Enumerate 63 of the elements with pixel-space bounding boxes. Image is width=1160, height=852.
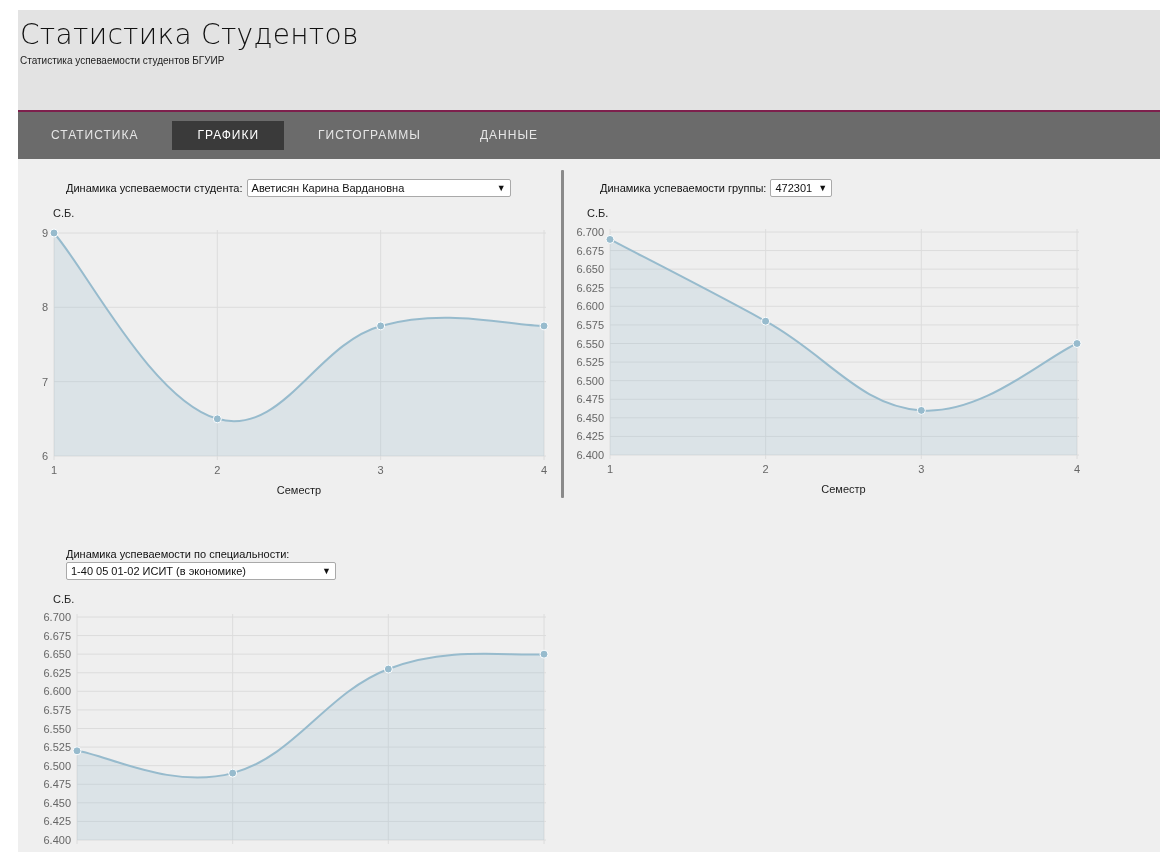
y-tick-label: 6.650: [43, 648, 71, 661]
y-axis-title: С.Б.: [587, 207, 609, 219]
y-tick-label: 9: [41, 227, 48, 239]
y-tick-label: 6.450: [43, 796, 71, 809]
y-tick-label: 6.625: [576, 281, 604, 294]
y-tick-label: 6.425: [43, 815, 71, 828]
x-tick-label: 1: [606, 463, 614, 475]
y-tick-label: 6.675: [576, 244, 604, 257]
point: [1072, 339, 1082, 348]
y-tick-label: 6.700: [576, 226, 604, 238]
x-axis-title: Семестр: [276, 484, 322, 496]
y-tick-label: 6.575: [43, 703, 71, 716]
nav-tab[interactable]: ГИСТОГРАММЫ: [293, 121, 446, 150]
y-tick-label: 6.475: [43, 778, 71, 791]
y-tick-label: 6.675: [43, 629, 71, 642]
y-tick-label: 8: [41, 301, 48, 314]
y-tick-label: 6.525: [576, 356, 604, 369]
y-tick-label: 6.450: [576, 411, 604, 424]
y-tick-label: 6.650: [576, 263, 604, 276]
select-label: Динамика успеваемости по специальности:: [66, 548, 290, 560]
point: [916, 405, 926, 415]
y-tick-label: 6.700: [43, 611, 71, 623]
x-axis-title: Семестр: [821, 483, 866, 495]
y-tick-label: 6.575: [576, 318, 604, 331]
y-tick-label: 6: [41, 450, 48, 462]
x-tick-label: 4: [540, 464, 548, 476]
x-tick-label: 1: [50, 464, 58, 476]
y-axis-title: С.Б.: [53, 593, 75, 605]
nav-tab[interactable]: СТАТИСТИКА: [26, 121, 164, 150]
y-tick-label: 6.525: [43, 741, 71, 754]
x-tick-label: 3: [377, 464, 384, 476]
y-tick-label: 6.625: [43, 666, 71, 679]
select-label: Динамика успеваемости студента:: [66, 182, 243, 194]
y-tick-label: 6.600: [576, 300, 604, 313]
y-tick-label: 6.500: [43, 759, 71, 772]
y-tick-label: 6.425: [576, 430, 604, 443]
dropdown[interactable]: Аветисян Карина Вардановна ▼: [246, 179, 511, 197]
y-tick-label: 6.400: [576, 449, 604, 461]
point: [228, 768, 238, 778]
x-tick-label: 4: [1073, 463, 1081, 475]
y-tick-label: 6.475: [576, 393, 604, 406]
point: [605, 234, 615, 244]
select-label: Динамика успеваемости группы:: [600, 182, 767, 194]
nav-tab[interactable]: ДАННЫЕ: [454, 121, 564, 150]
y-tick-label: 6.550: [576, 337, 604, 350]
y-tick-label: 7: [41, 375, 48, 388]
point: [761, 316, 771, 326]
site-title: Статистика Студентов: [20, 18, 360, 51]
y-tick-label: 6.400: [43, 834, 71, 846]
point: [72, 746, 82, 756]
x-tick-label: 3: [918, 463, 925, 475]
dropdown[interactable]: 1-40 05 01-02 ИСИТ (в экономике) ▼: [66, 562, 336, 580]
x-tick-label: 2: [762, 463, 769, 475]
y-axis-title: С.Б.: [53, 207, 75, 219]
point: [539, 649, 549, 659]
dropdown[interactable]: 472301 ▼: [770, 179, 833, 197]
x-tick-label: 2: [214, 464, 221, 476]
y-tick-label: 6.500: [576, 374, 604, 387]
nav-tab[interactable]: ГРАФИКИ: [172, 121, 285, 150]
point: [383, 664, 393, 674]
y-tick-label: 6.600: [43, 685, 71, 698]
site-subtitle: Статистика успеваемости студентов БГУИР: [20, 55, 226, 66]
y-tick-label: 6.550: [43, 722, 71, 735]
